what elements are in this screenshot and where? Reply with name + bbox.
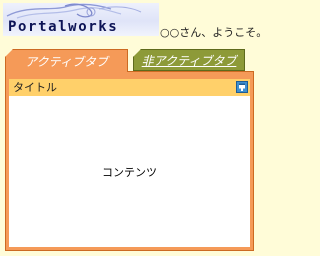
portlet-content-text: コンテンツ [102, 165, 157, 179]
portlet-title: タイトル [13, 81, 57, 94]
portlet-panel: タイトル コンテンツ [5, 71, 254, 251]
welcome-message: ○○さん、ようこそ。 [160, 26, 268, 39]
portalworks-logo: Portalworks [3, 3, 159, 36]
tab-inactive[interactable]: 非アクティブタブ [133, 49, 245, 71]
portlet-content: コンテンツ [9, 96, 250, 247]
popup-window-icon[interactable] [236, 81, 248, 93]
logo-text: Portalworks [8, 19, 119, 35]
tab-active[interactable]: アクティブタブ [5, 49, 128, 72]
portlet-header: タイトル [9, 79, 250, 96]
